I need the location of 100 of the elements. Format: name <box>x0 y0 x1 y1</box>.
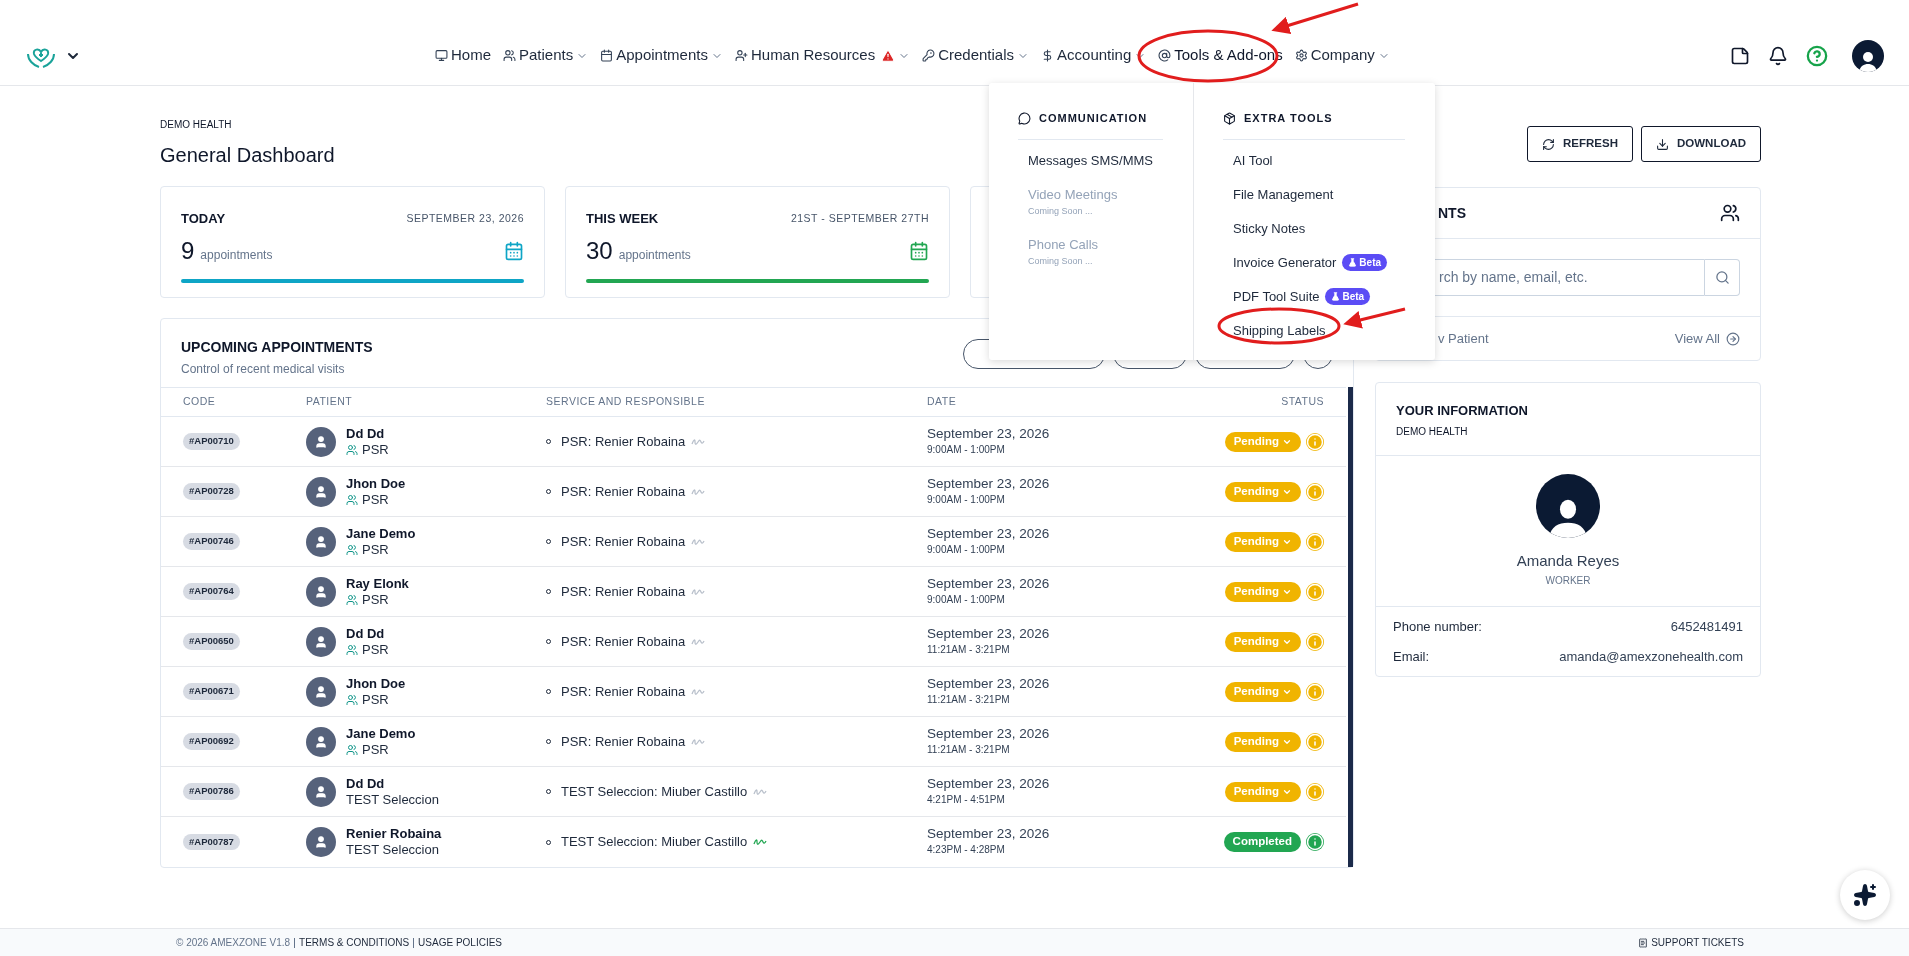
info-icon[interactable] <box>1306 782 1324 801</box>
patient-group: PSR <box>362 441 389 458</box>
info-icon[interactable] <box>1306 532 1324 551</box>
appointment-code: #AP00650 <box>183 633 240 650</box>
patient-avatar <box>306 576 336 607</box>
users-icon <box>346 443 358 456</box>
signature-icon <box>691 437 706 446</box>
scrollbar[interactable] <box>1348 387 1353 867</box>
user-avatar[interactable] <box>1852 39 1884 72</box>
patient-group: TEST Seleccion <box>346 791 439 808</box>
patient-group: PSR <box>362 741 389 758</box>
service-text: PSR: Renier Robaina <box>561 432 686 451</box>
menu-item[interactable]: Messages SMS/MMS <box>1028 150 1153 170</box>
nav-menu-item[interactable]: Company <box>1292 40 1392 71</box>
patient-name: Jhon Doe <box>346 675 406 692</box>
patient-name: Renier Robaina <box>346 826 442 842</box>
view-all-link[interactable]: View All <box>1674 328 1740 349</box>
support-tickets-link[interactable]: SUPPORT TICKETS <box>1638 935 1744 950</box>
organization-name: DEMO HEALTH <box>160 118 232 132</box>
appointment-count: 30 <box>586 235 613 266</box>
menu-item[interactable]: Invoice Generator <box>1233 252 1337 272</box>
search-button[interactable] <box>1705 259 1740 296</box>
service-text: PSR: Renier Robaina <box>561 682 686 701</box>
appointment-code: #AP00787 <box>183 833 240 851</box>
menu-item[interactable]: File Management <box>1233 184 1334 204</box>
users-icon <box>503 49 516 62</box>
ai-assistant-button[interactable] <box>1840 870 1890 920</box>
new-patient-link[interactable]: v Patient <box>1438 328 1489 349</box>
info-icon[interactable] <box>1306 732 1324 751</box>
search-icon <box>1714 270 1730 285</box>
appointment-time: 11:21AM - 3:21PM <box>927 742 1011 757</box>
bell-icon[interactable] <box>1768 45 1788 66</box>
patient-name: Jane Demo <box>346 725 416 742</box>
nav-menu-item[interactable]: Accounting <box>1039 40 1149 71</box>
sticky-note-icon[interactable] <box>1730 45 1750 66</box>
user-name: Amanda Reyes <box>1516 550 1620 571</box>
help-icon[interactable] <box>1806 44 1828 67</box>
appointment-date: September 23, 2026 <box>927 525 1051 542</box>
appointment-code: #AP00671 <box>183 683 240 700</box>
footer-link[interactable]: TERMS & CONDITIONS <box>294 937 410 948</box>
info-icon[interactable] <box>1306 432 1324 451</box>
nav-menu-item[interactable]: Appointments <box>598 40 725 71</box>
menu-item[interactable]: PDF Tool Suite <box>1233 286 1320 306</box>
signature-icon <box>691 537 706 546</box>
nav-menu-item[interactable]: Home <box>433 40 493 71</box>
service-text: TEST Seleccion: Miuber Castillo <box>561 782 748 801</box>
info-icon[interactable] <box>1306 833 1324 851</box>
nav-menu-item[interactable]: Human Resources <box>732 40 913 71</box>
menu-item[interactable]: Sticky Notes <box>1233 218 1306 238</box>
appointment-date: September 23, 2026 <box>927 725 1051 742</box>
signature-icon <box>691 687 706 696</box>
menu-item[interactable]: Shipping Labels <box>1233 320 1326 340</box>
patient-name: Dd Dd <box>346 425 386 442</box>
users-icon <box>346 693 358 706</box>
card-date: 21ST - SEPTEMBER 27TH <box>790 210 929 226</box>
count-unit: appointments <box>618 246 691 264</box>
menu-item[interactable]: AI Tool <box>1233 150 1273 170</box>
patient-name: Jane Demo <box>346 525 416 542</box>
patient-avatar <box>306 827 336 857</box>
toolbar-button[interactable]: REFRESH <box>1527 126 1633 162</box>
appointment-time: 4:21PM - 4:51PM <box>927 792 1006 807</box>
appointment-time: 9:00AM - 1:00PM <box>927 592 1006 607</box>
card-title: TODAY <box>181 210 226 228</box>
patient-avatar <box>306 676 336 707</box>
monitor-icon <box>435 49 448 62</box>
info-icon[interactable] <box>1306 582 1324 601</box>
appointment-date: September 23, 2026 <box>927 826 1051 842</box>
nav-menu-item[interactable]: Credentials <box>920 40 1032 71</box>
at-sign-icon <box>1158 49 1172 62</box>
column-header: SERVICE AND RESPONSIBLE <box>546 394 706 410</box>
info-icon[interactable] <box>1306 632 1324 651</box>
users-icon <box>346 543 358 556</box>
footer-link[interactable]: USAGE POLICIES <box>413 937 503 948</box>
flask-icon <box>1331 291 1341 301</box>
users-icon <box>346 743 358 756</box>
page-title: General Dashboard <box>160 143 335 168</box>
appointment-code: #AP00746 <box>183 533 240 550</box>
appointment-time: 4:23PM - 4:28PM <box>927 843 1006 857</box>
calendar-icon <box>909 240 929 261</box>
toolbar-button[interactable]: DOWNLOAD <box>1641 126 1761 162</box>
nav-menu-item[interactable]: Patients <box>501 40 591 71</box>
panel-title: NTS <box>1438 203 1466 223</box>
appointment-code: #AP00764 <box>183 583 240 600</box>
users-icon <box>346 593 358 606</box>
patient-avatar <box>306 526 336 557</box>
info-icon[interactable] <box>1306 682 1324 701</box>
download-icon <box>1656 137 1669 151</box>
signature-icon <box>753 787 768 796</box>
info-icon[interactable] <box>1306 482 1324 501</box>
service-text: PSR: Renier Robaina <box>561 532 686 551</box>
appointment-code: #AP00728 <box>183 483 240 500</box>
patient-avatar <box>306 776 336 807</box>
signature-icon <box>753 838 768 846</box>
field-label: Email: <box>1393 647 1430 666</box>
column-header: CODE <box>183 394 217 410</box>
appointment-date: September 23, 2026 <box>927 575 1051 592</box>
ticket-icon <box>1638 937 1649 948</box>
service-text: PSR: Renier Robaina <box>561 482 686 501</box>
patient-group: PSR <box>362 541 389 558</box>
appointment-count: 9 <box>181 235 195 266</box>
